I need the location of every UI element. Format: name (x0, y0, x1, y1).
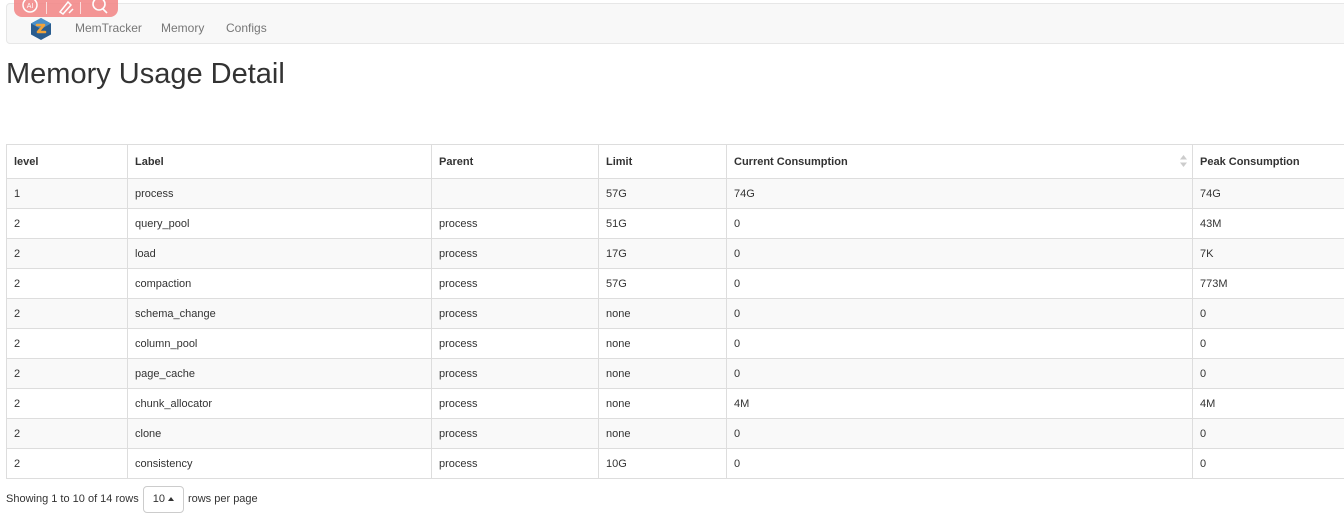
column-header-level[interactable]: level (6, 144, 128, 179)
cell-parent: process (431, 238, 599, 269)
cell-peak-consumption: 0 (1192, 328, 1344, 359)
table-row: 2 consistency process 10G 0 0 (6, 448, 1344, 479)
toolbar-divider (80, 2, 81, 14)
cell-peak-consumption: 0 (1192, 448, 1344, 479)
table-row: 2 load process 17G 0 7K (6, 238, 1344, 269)
column-header-limit[interactable]: Limit (598, 144, 727, 179)
cell-parent (431, 178, 599, 209)
pagination-info: Showing 1 to 10 of 14 rows (6, 493, 139, 505)
page-size-value: 10 (152, 493, 165, 505)
cell-label: page_cache (127, 358, 432, 389)
cell-current-consumption: 0 (726, 298, 1193, 329)
cell-peak-consumption: 74G (1192, 178, 1344, 209)
cell-limit: none (598, 418, 727, 449)
ai-icon[interactable]: AI (20, 0, 40, 16)
cell-current-consumption: 74G (726, 178, 1193, 209)
nav-memtracker-link[interactable]: MemTracker (75, 21, 142, 35)
cell-limit: none (598, 358, 727, 389)
edit-pen-icon[interactable] (56, 0, 76, 16)
cell-parent: process (431, 208, 599, 239)
column-header-parent[interactable]: Parent (431, 144, 599, 179)
table-row: 2 chunk_allocator process none 4M 4M (6, 388, 1344, 419)
cell-label: clone (127, 418, 432, 449)
cell-current-consumption: 0 (726, 208, 1193, 239)
cell-limit: none (598, 328, 727, 359)
cell-peak-consumption: 4M (1192, 388, 1344, 419)
memory-usage-table: level Label Parent Limit Current Consump… (6, 144, 1344, 479)
cell-level: 2 (6, 268, 128, 299)
cell-parent: process (431, 388, 599, 419)
navbar: MemTracker Memory Configs (6, 3, 1344, 44)
cell-label: load (127, 238, 432, 269)
cell-current-consumption: 0 (726, 418, 1193, 449)
column-header-label[interactable]: Label (127, 144, 432, 179)
table-row: 2 schema_change process none 0 0 (6, 298, 1344, 329)
table-header-row: level Label Parent Limit Current Consump… (6, 144, 1344, 179)
cell-current-consumption: 4M (726, 388, 1193, 419)
cell-label: consistency (127, 448, 432, 479)
cell-level: 2 (6, 298, 128, 329)
cell-peak-consumption: 0 (1192, 298, 1344, 329)
nav-configs-link[interactable]: Configs (226, 21, 267, 35)
cell-parent: process (431, 328, 599, 359)
cell-limit: 51G (598, 208, 727, 239)
page-title: Memory Usage Detail (6, 58, 285, 90)
sort-icon[interactable] (1180, 155, 1187, 167)
cell-limit: 57G (598, 178, 727, 209)
table-row: 1 process 57G 74G 74G (6, 178, 1344, 209)
cell-level: 1 (6, 178, 128, 209)
cell-parent: process (431, 298, 599, 329)
cell-label: query_pool (127, 208, 432, 239)
table-row: 2 clone process none 0 0 (6, 418, 1344, 449)
cell-peak-consumption: 7K (1192, 238, 1344, 269)
rows-per-page-label: rows per page (187, 493, 258, 505)
search-icon[interactable] (90, 0, 110, 16)
cell-level: 2 (6, 388, 128, 419)
caret-up-icon (167, 497, 174, 501)
nav-memory-link[interactable]: Memory (161, 21, 204, 35)
cell-level: 2 (6, 418, 128, 449)
column-header-label-text: Current Consumption (734, 155, 848, 168)
cell-label: schema_change (127, 298, 432, 329)
cell-peak-consumption: 0 (1192, 358, 1344, 389)
cell-parent: process (431, 358, 599, 389)
cell-current-consumption: 0 (726, 358, 1193, 389)
cell-parent: process (431, 448, 599, 479)
cell-level: 2 (6, 208, 128, 239)
column-header-current-consumption[interactable]: Current Consumption (726, 144, 1193, 179)
cell-label: compaction (127, 268, 432, 299)
cell-level: 2 (6, 448, 128, 479)
cell-peak-consumption: 773M (1192, 268, 1344, 299)
table-row: 2 query_pool process 51G 0 43M (6, 208, 1344, 239)
cell-level: 2 (6, 238, 128, 269)
cell-current-consumption: 0 (726, 448, 1193, 479)
cell-current-consumption: 0 (726, 328, 1193, 359)
floating-toolbar: AI (14, 0, 118, 17)
cell-label: column_pool (127, 328, 432, 359)
table-row: 2 page_cache process none 0 0 (6, 358, 1344, 389)
cell-limit: none (598, 388, 727, 419)
app-logo-icon[interactable] (29, 17, 53, 41)
pagination-bar: Showing 1 to 10 of 14 rows 10 rows per p… (6, 485, 258, 513)
cell-level: 2 (6, 328, 128, 359)
cell-level: 2 (6, 358, 128, 389)
cell-parent: process (431, 268, 599, 299)
page-size-dropdown[interactable]: 10 (142, 485, 184, 513)
cell-label: chunk_allocator (127, 388, 432, 419)
cell-limit: 57G (598, 268, 727, 299)
cell-peak-consumption: 43M (1192, 208, 1344, 239)
svg-text:AI: AI (27, 3, 34, 10)
cell-limit: none (598, 298, 727, 329)
cell-current-consumption: 0 (726, 238, 1193, 269)
cell-limit: 10G (598, 448, 727, 479)
toolbar-divider (46, 2, 47, 14)
cell-peak-consumption: 0 (1192, 418, 1344, 449)
cell-current-consumption: 0 (726, 268, 1193, 299)
table-row: 2 compaction process 57G 0 773M (6, 268, 1344, 299)
cell-limit: 17G (598, 238, 727, 269)
column-header-peak-consumption[interactable]: Peak Consumption (1192, 144, 1344, 179)
cell-parent: process (431, 418, 599, 449)
table-row: 2 column_pool process none 0 0 (6, 328, 1344, 359)
cell-label: process (127, 178, 432, 209)
